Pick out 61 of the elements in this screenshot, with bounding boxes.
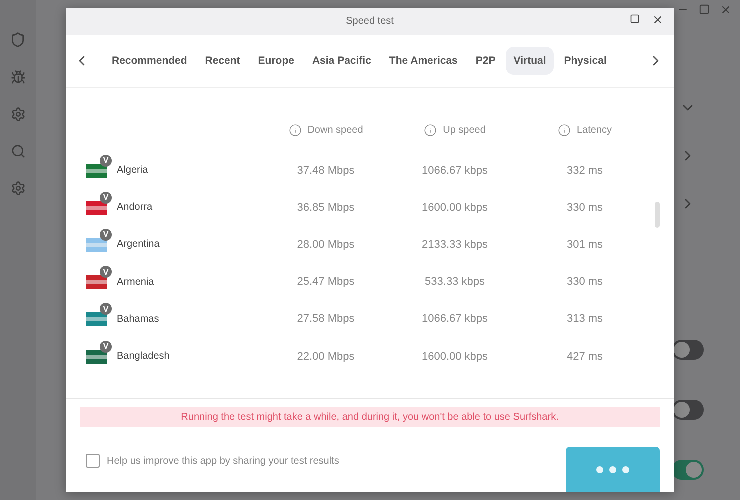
country-name: Bangladesh: [117, 351, 170, 362]
info-icon[interactable]: [558, 124, 571, 136]
country-name: Bahamas: [117, 314, 160, 325]
table-cell-text: 28.00 Mbps: [296, 238, 356, 251]
table-cell-text: 330 ms: [566, 202, 604, 214]
tab[interactable]: Recommended: [104, 47, 196, 75]
maximize-icon[interactable]: [630, 14, 640, 24]
tab[interactable]: Recent: [197, 47, 248, 75]
table-cell-text: 36.85 Mbps: [296, 202, 356, 214]
tab[interactable]: P2P: [468, 47, 504, 75]
scrollbar-thumb[interactable]: [655, 202, 660, 228]
toggle-switch[interactable]: [672, 340, 704, 360]
dialog-title: Speed test: [346, 16, 394, 27]
warning-banner: Running the test might take a while, and during it, you won't be able to use Surfshark.: [80, 407, 660, 427]
table-cell-text: 1600.00 kbps: [420, 350, 490, 363]
table-cell-text: 1600.00 kbps: [420, 202, 490, 214]
loading-dots-icon: [596, 466, 630, 474]
bug-icon[interactable]: [10, 70, 26, 85]
table-cell-text: 37.48 Mbps: [296, 164, 356, 177]
table-cell-text: 313 ms: [566, 313, 604, 326]
table-cell-text: 22.00 Mbps: [296, 350, 356, 363]
column-header: Latency: [576, 124, 612, 136]
virtual-badge: V: [100, 303, 112, 316]
checkbox[interactable]: [86, 454, 100, 468]
country-name: Armenia: [117, 276, 154, 288]
table-cell-text: 301 ms: [566, 238, 604, 251]
table-cell-text: 2133.33 kbps: [420, 238, 490, 251]
table-cell-text: 1066.67 kbps: [420, 313, 490, 326]
table-cell-text: 533.33 kbps: [424, 276, 486, 288]
toggle-switch[interactable]: [672, 400, 704, 420]
search-icon[interactable]: [10, 144, 26, 159]
checkbox-label: Help us improve this app by sharing your test results: [107, 456, 340, 466]
tab[interactable]: Asia Pacific: [304, 47, 380, 75]
tab[interactable]: Virtual: [506, 47, 554, 75]
table-cell-text: 1066.67 kbps: [420, 164, 490, 177]
virtual-badge: V: [100, 228, 112, 241]
table-cell-text: 27.58 Mbps: [296, 313, 356, 326]
virtual-badge: V: [100, 192, 112, 204]
tab[interactable]: The Americas: [381, 47, 466, 75]
column-header: Down speed: [308, 124, 364, 136]
settings-icon[interactable]: [10, 181, 26, 196]
loading-button[interactable]: [566, 447, 660, 492]
virtual-badge: V: [100, 154, 112, 167]
table-cell-text: 427 ms: [566, 350, 604, 363]
country-name: Argentina: [117, 239, 160, 250]
tab[interactable]: Physical: [556, 47, 615, 75]
virtual-badge: V: [100, 266, 112, 278]
table-cell-text: 332 ms: [566, 164, 604, 177]
virtual-badge: V: [100, 340, 112, 353]
toggle-switch[interactable]: [672, 460, 704, 480]
country-name: Andorra: [117, 202, 153, 214]
column-header: Up speed: [443, 124, 486, 136]
tab[interactable]: Europe: [250, 47, 302, 75]
info-icon[interactable]: [288, 124, 302, 136]
table-cell-text: 330 ms: [566, 276, 604, 288]
shield-icon[interactable]: [10, 32, 26, 48]
table-cell-text: 25.47 Mbps: [296, 276, 356, 288]
close-icon[interactable]: [652, 14, 664, 26]
info-icon[interactable]: [424, 124, 438, 136]
country-name: Algeria: [117, 165, 148, 176]
gear-icon[interactable]: [10, 107, 26, 122]
